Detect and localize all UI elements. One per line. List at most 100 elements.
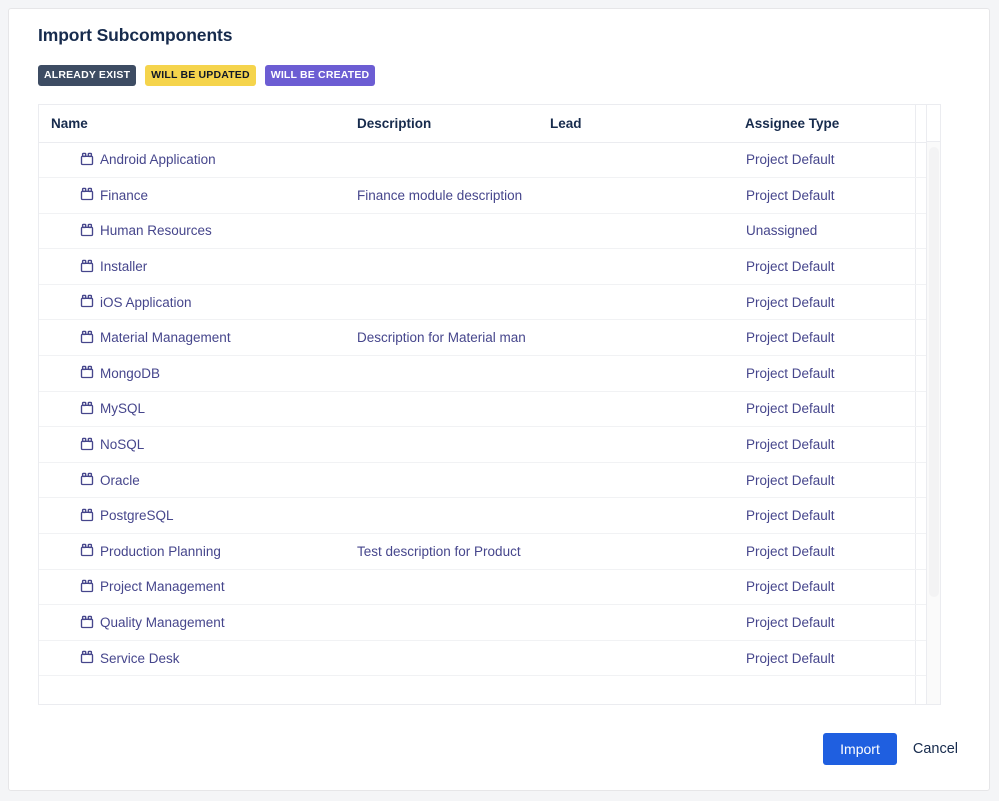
component-name-link[interactable]: Material Management xyxy=(100,330,231,345)
cell-assignee-type: Project Default xyxy=(733,605,915,641)
table-row[interactable]: FinanceFinance module descriptionProject… xyxy=(39,178,926,214)
table-row[interactable]: NoSQL Project Default xyxy=(39,427,926,463)
cell-name: Service Desk xyxy=(39,640,345,676)
cell-assignee-type: Project Default xyxy=(733,427,915,463)
component-name-link[interactable]: NoSQL xyxy=(100,437,144,452)
cell-lead xyxy=(538,320,733,356)
cell-assignee-type: Project Default xyxy=(733,498,915,534)
column-header-description[interactable]: Description xyxy=(345,105,538,142)
cell-spacer xyxy=(915,391,926,427)
cell-lead xyxy=(538,498,733,534)
cell-spacer xyxy=(915,178,926,214)
table-row[interactable]: MongoDB Project Default xyxy=(39,356,926,392)
cell-lead xyxy=(538,142,733,178)
component-name-link[interactable]: Human Resources xyxy=(100,223,212,238)
cell-description xyxy=(345,356,538,392)
component-icon xyxy=(80,579,96,595)
table-row[interactable]: Human Resources Unassigned xyxy=(39,213,926,249)
component-name-link[interactable]: Finance xyxy=(100,188,148,203)
cell-assignee-type: Project Default xyxy=(733,391,915,427)
column-header-name[interactable]: Name xyxy=(39,105,345,142)
component-icon xyxy=(80,437,96,453)
import-button[interactable]: Import xyxy=(823,733,897,765)
cell-spacer xyxy=(915,640,926,676)
table-row[interactable]: Material Management Description for Mater… xyxy=(39,320,926,356)
component-name-link[interactable]: Oracle xyxy=(100,473,140,488)
scrollbar-header-cap xyxy=(927,105,940,142)
component-icon xyxy=(80,330,96,346)
component-name-link[interactable]: Android Application xyxy=(100,152,216,167)
cell-lead xyxy=(538,605,733,641)
table-row[interactable]: Service Desk Project Default xyxy=(39,640,926,676)
component-name-link[interactable]: Quality Management xyxy=(100,615,225,630)
table-row[interactable]: InstallerProject Default xyxy=(39,249,926,285)
column-header-assignee-type[interactable]: Assignee Type xyxy=(733,105,915,142)
cell-empty xyxy=(39,676,345,704)
status-badge-already-exist: ALREADY EXIST xyxy=(38,65,136,86)
component-name-link[interactable]: Production Planning xyxy=(100,544,221,559)
component-name-link[interactable]: PostgreSQL xyxy=(100,508,174,523)
component-assignee-type-text: Unassigned xyxy=(745,223,915,238)
cell-empty xyxy=(345,676,538,704)
cell-lead xyxy=(538,284,733,320)
component-name-link[interactable]: MongoDB xyxy=(100,366,160,381)
cell-name: Project Management xyxy=(39,569,345,605)
component-icon xyxy=(80,187,96,203)
cell-spacer xyxy=(915,462,926,498)
component-name-link[interactable]: Service Desk xyxy=(100,651,180,666)
component-name-link[interactable]: MySQL xyxy=(100,401,145,416)
component-assignee-type-text: Project Default xyxy=(745,544,915,559)
cancel-button[interactable]: Cancel xyxy=(911,738,960,761)
component-assignee-type-text: Project Default xyxy=(745,152,915,167)
table-row[interactable]: Quality Management Project Default xyxy=(39,605,926,641)
table-row[interactable]: Android Application Project Default xyxy=(39,142,926,178)
table-row[interactable]: iOS ApplicationProject Default xyxy=(39,284,926,320)
table-header-row: Name Description Lead Assignee Type xyxy=(39,105,926,142)
component-name-link[interactable]: iOS Application xyxy=(100,295,192,310)
cell-name: MongoDB xyxy=(39,356,345,392)
status-badge-will-be-created: WILL BE CREATED xyxy=(265,65,376,86)
cell-spacer xyxy=(915,427,926,463)
component-assignee-type-text: Project Default xyxy=(745,401,915,416)
cell-name: NoSQL xyxy=(39,427,345,463)
component-icon xyxy=(80,152,96,168)
component-icon xyxy=(80,543,96,559)
cell-spacer xyxy=(915,498,926,534)
cell-name: Finance xyxy=(39,178,345,214)
cell-lead xyxy=(538,356,733,392)
cell-name: Installer xyxy=(39,249,345,285)
cell-spacer xyxy=(915,213,926,249)
table-row[interactable]: MySQL Project Default xyxy=(39,391,926,427)
scrollbar-thumb[interactable] xyxy=(929,147,939,597)
component-icon xyxy=(80,365,96,381)
cell-spacer xyxy=(915,142,926,178)
table-row[interactable]: PostgreSQL Project Default xyxy=(39,498,926,534)
component-assignee-type-text: Project Default xyxy=(745,366,915,381)
cell-name: Material Management xyxy=(39,320,345,356)
component-name-link[interactable]: Project Management xyxy=(100,579,225,594)
column-header-spacer xyxy=(915,105,926,142)
subcomponents-table: Name Description Lead Assignee Type Andr… xyxy=(39,105,926,704)
component-assignee-type-text: Project Default xyxy=(745,473,915,488)
cell-description: Test description for Product xyxy=(345,534,538,570)
table-scroll-area[interactable]: Name Description Lead Assignee Type Andr… xyxy=(39,105,926,704)
component-assignee-type-text: Project Default xyxy=(745,651,915,666)
cell-assignee-type: Project Default xyxy=(733,640,915,676)
cell-description xyxy=(345,462,538,498)
component-assignee-type-text: Project Default xyxy=(745,437,915,452)
table-row[interactable]: Project Management Project Default xyxy=(39,569,926,605)
column-header-lead[interactable]: Lead xyxy=(538,105,733,142)
cell-assignee-type: Project Default xyxy=(733,320,915,356)
cell-assignee-type: Project Default xyxy=(733,142,915,178)
component-description-text: Test description for Product xyxy=(357,544,538,559)
component-name-link[interactable]: Installer xyxy=(100,259,147,274)
component-assignee-type-text: Project Default xyxy=(745,579,915,594)
cell-description: Description for Material man xyxy=(345,320,538,356)
cell-description xyxy=(345,249,538,285)
cell-lead xyxy=(538,249,733,285)
table-row[interactable]: Production Planning Test description for … xyxy=(39,534,926,570)
cell-spacer xyxy=(915,534,926,570)
legend: ALREADY EXIST WILL BE UPDATED WILL BE CR… xyxy=(38,65,375,86)
table-row[interactable]: Oracle Project Default xyxy=(39,462,926,498)
table-vertical-scrollbar[interactable] xyxy=(926,105,940,704)
